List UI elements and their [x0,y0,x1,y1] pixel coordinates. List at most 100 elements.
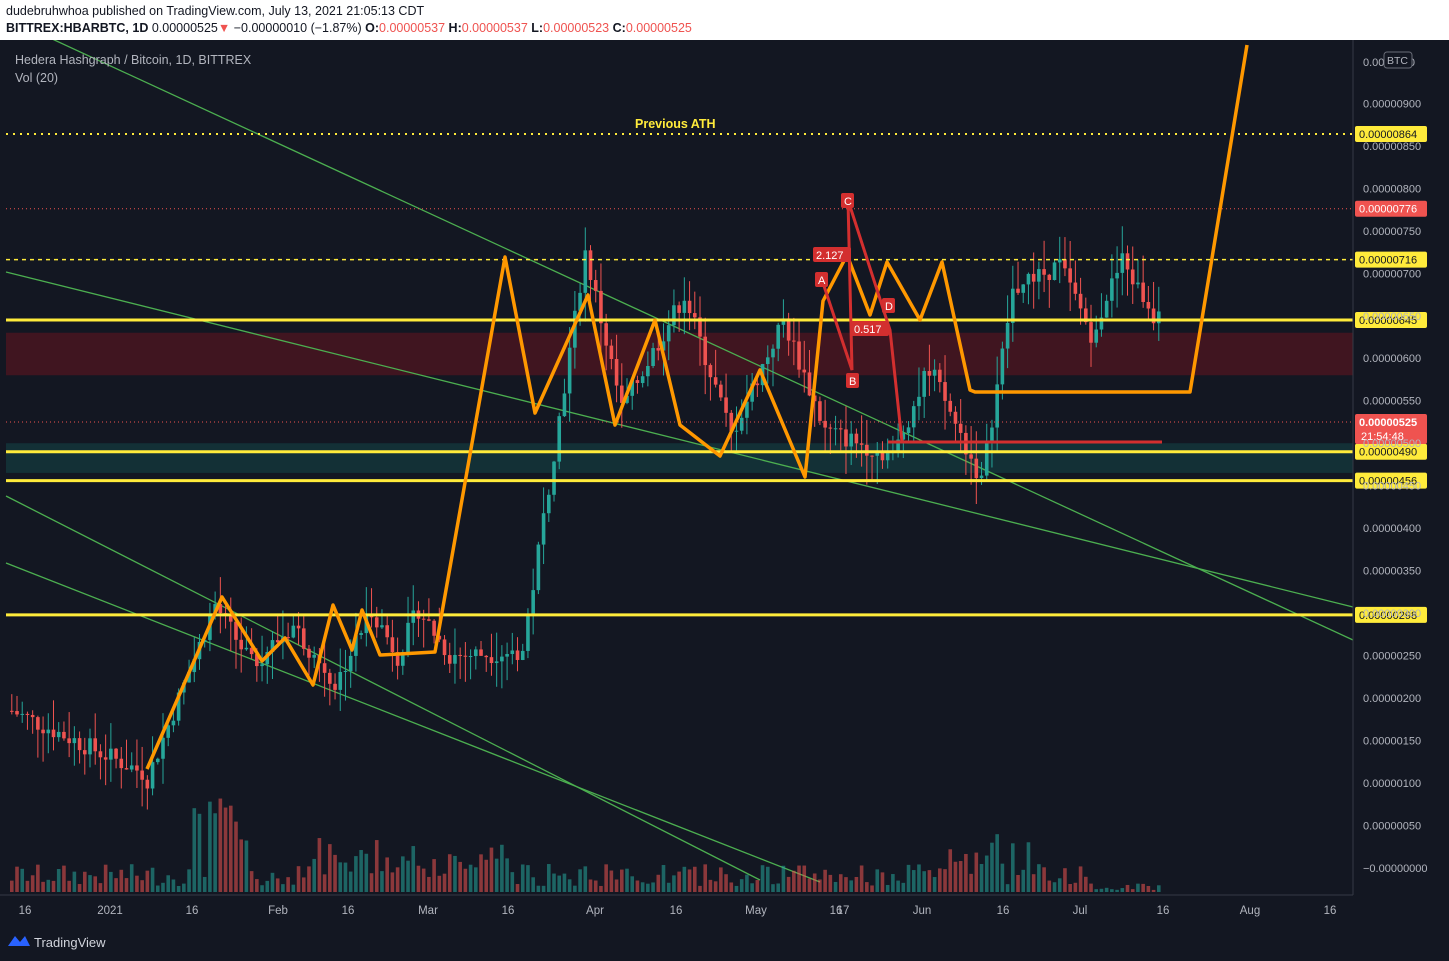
volume-bar [875,869,880,892]
volume-bar [938,868,942,892]
volume-bar [1042,867,1046,892]
x-tick-label: 16 [502,905,515,917]
candle-body [10,710,14,712]
candle-body [88,738,92,755]
volume-bar [974,852,979,892]
volume-bar [171,879,176,892]
candle-body [713,377,718,385]
volume-bar [322,874,327,892]
x-tick-label: 16 [19,905,32,917]
candle-body [854,433,859,444]
candle-body [77,738,82,751]
y-tick-label: 0.00000200 [1363,693,1421,705]
low-value: 0.00000523 [543,21,610,35]
volume-bar [844,877,848,892]
candle-body [1089,322,1093,343]
volume-bar [301,877,306,892]
volume-bar [573,885,577,892]
volume-bar [698,885,702,892]
volume-bar [828,874,833,892]
tradingview-logo-icon [8,936,30,946]
x-tick-label: 16 [342,905,355,917]
volume-bar [703,864,708,892]
candle-body [489,657,494,664]
current-price-value: 0.00000525 [1359,417,1417,429]
y-tick-label: 0.00000600 [1363,353,1421,365]
x-tick-label: 16 [186,905,199,917]
price-chart[interactable]: 0.000008640.000007760.000007160.00000645… [0,40,1449,922]
candle-body [567,347,572,394]
candle-body [1063,259,1067,269]
symbol: BITTREX:HBARBTC, 1D [6,21,149,35]
candle-body [442,639,447,656]
candle-body [583,250,588,293]
last-price: 0.00000525 [151,21,218,35]
volume-bar [1130,889,1135,892]
volume-bar [421,868,426,892]
volume-bar [635,880,640,892]
candle-body [1037,269,1041,282]
volume-bar [228,805,233,892]
volume-bar [124,878,129,892]
volume-bar [270,872,275,892]
candle-body [557,416,562,462]
pattern-point-A: A [818,275,826,287]
volume-bar [249,871,254,892]
candle-body [171,720,176,726]
high-value: 0.00000537 [461,21,528,35]
candle-body [677,305,681,313]
candle-body [526,615,530,651]
candle-body [150,762,155,789]
volume-bar [750,883,754,892]
candle-body [1136,282,1140,285]
volume-bar [520,864,525,892]
candle-body [301,628,306,649]
candle-body [974,458,979,479]
volume-bar [891,874,895,892]
volume-bar [281,884,285,892]
publish-info: dudebruhwhoa published on TradingView.co… [6,4,425,18]
volume-bar [416,865,421,892]
volume-bar [255,879,259,892]
candle-body [552,461,556,495]
volume-bar [885,884,890,892]
candle-body [828,427,833,429]
candle-body [656,348,661,351]
candle-body [739,417,744,431]
candle-body [505,654,509,657]
candle-body [343,670,348,672]
volume-bar [1021,869,1026,892]
volume-bar [927,870,932,892]
volume-bar [1146,885,1151,892]
volume-bar [265,880,270,892]
footer: TradingView [0,922,1449,961]
volume-bar [166,875,171,892]
volume-bar [406,860,410,892]
volume-bar [468,864,473,892]
candle-body [938,369,942,383]
candle-body [98,751,103,758]
volume-bar [494,858,499,892]
candle-body [1005,322,1010,349]
volume-bar [135,875,139,892]
volume-label: Vol (20) [15,71,58,85]
volume-bar [672,875,676,892]
candle-body [646,366,650,377]
candle-body [870,455,874,457]
candle-body [719,384,723,398]
x-tick-label: Jun [913,905,932,917]
y-tick-label: 0.00000700 [1363,268,1421,280]
candle-body [838,428,843,430]
y-tick-label: 0.00000250 [1363,651,1421,663]
volume-bar [93,876,98,892]
candle-body [458,654,462,656]
pattern-point-C: C [844,196,852,208]
volume-bar [307,866,311,892]
volume-bar [984,855,989,892]
volume-bar [82,871,87,892]
volume-bar [348,871,353,892]
volume-bar [364,853,369,892]
candle-body [765,357,770,365]
volume-bar [1104,887,1109,892]
candle-body [484,655,489,658]
